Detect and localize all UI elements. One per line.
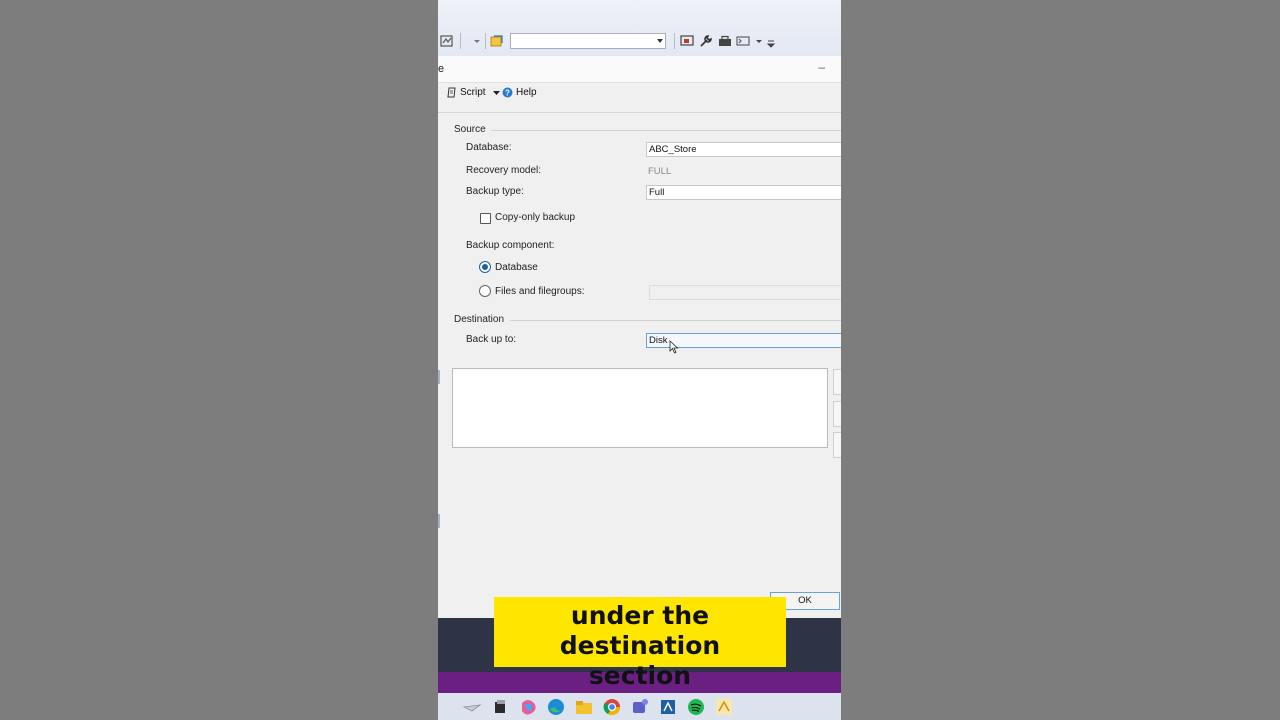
left-edge-marker [438,514,440,528]
backup-destinations-list[interactable] [452,368,828,448]
filegroups-field [649,285,841,300]
caption-line-1: under the destination [559,601,721,660]
ssms-toolbar [438,0,841,57]
video-caption: under the destination section [494,597,786,690]
script-label: Script [460,87,486,98]
display-plan-icon[interactable] [680,34,694,48]
toolbar-separator [460,33,461,49]
component-database-label: Database [495,262,538,273]
database-combo[interactable]: ABC_Store [646,142,841,157]
component-files-label: Files and filegroups: [495,286,585,297]
script-button[interactable]: Script [446,87,501,98]
chevron-down-icon [657,39,663,43]
source-divider [491,130,841,131]
chevron-down-icon [492,91,500,95]
toolbar-separator [674,33,675,49]
recovery-model-label: Recovery model: [466,165,542,176]
destination-divider [510,320,841,321]
terminal-app-icon[interactable] [490,697,510,717]
dropdown-arrow-icon[interactable] [470,34,484,48]
edge-browser-icon[interactable] [546,697,566,717]
toolbar-overflow-icon[interactable] [764,37,778,51]
dialog-title-bar: e – [438,56,841,83]
mouse-cursor-icon [669,340,679,354]
dialog-title: e [438,63,445,75]
database-combo-value: ABC_Store [649,144,697,155]
teams-app-icon[interactable] [630,697,650,717]
database-label: Database: [466,142,512,153]
terminal-icon[interactable] [736,34,750,48]
remove-destination-button[interactable] [833,401,841,427]
backup-database-dialog: e – Script ? Help Source Database: ABC_S… [438,56,841,618]
minimize-button[interactable]: – [818,60,825,74]
help-label: Help [516,87,537,98]
pinned-app-icon[interactable] [714,697,734,717]
backup-type-combo[interactable]: Full [646,185,841,200]
script-icon [447,87,456,98]
toolbar-separator [485,33,486,49]
toolbox-icon[interactable] [718,34,732,48]
caption-line-2: section [588,661,692,690]
activity-monitor-icon[interactable] [440,34,454,48]
component-database-radio[interactable] [479,261,491,273]
recovery-model-value: FULL [648,166,672,177]
copilot-app-icon[interactable] [518,697,538,717]
file-explorer-icon[interactable] [574,697,594,717]
ssms-app-icon[interactable] [462,697,482,717]
copy-only-label: Copy-only backup [495,212,576,223]
add-destination-button[interactable] [833,369,841,395]
destination-section-label: Destination [454,314,505,325]
left-edge-marker [438,370,440,384]
contents-button[interactable] [833,432,841,458]
help-button[interactable]: ? Help [502,87,537,98]
source-section-label: Source [454,124,486,135]
chrome-browser-icon[interactable] [602,697,622,717]
backup-type-label: Backup type: [466,186,524,197]
svg-text:?: ? [505,89,510,98]
back-up-to-value: Disk [649,335,668,346]
help-icon: ? [502,87,513,98]
spotify-app-icon[interactable] [686,697,706,717]
query-options-icon[interactable] [490,34,504,48]
backup-component-label: Backup component: [466,240,555,251]
azure-data-studio-icon[interactable] [658,697,678,717]
database-selector[interactable] [510,33,666,49]
wrench-icon[interactable] [699,34,713,48]
taskbar [438,693,841,720]
backup-type-value: Full [649,187,665,198]
component-files-radio[interactable] [479,285,491,297]
back-up-to-label: Back up to: [466,334,517,345]
copy-only-checkbox[interactable] [480,213,491,224]
